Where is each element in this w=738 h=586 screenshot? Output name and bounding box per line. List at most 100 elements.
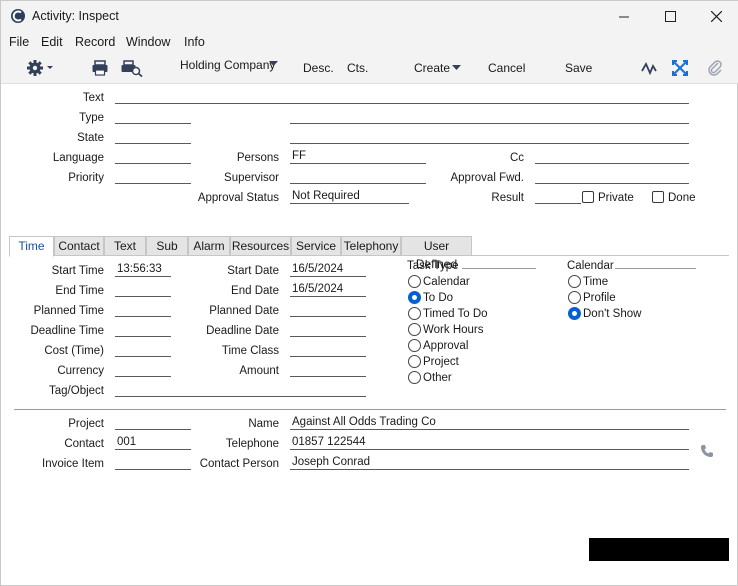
- create-button[interactable]: Create: [414, 61, 450, 75]
- call-button[interactable]: [700, 444, 714, 458]
- persons-field[interactable]: FF: [290, 149, 426, 164]
- priority-field[interactable]: [115, 169, 191, 184]
- attach-button[interactable]: [706, 59, 726, 77]
- expand-button[interactable]: [671, 59, 691, 77]
- planned-date-label: Planned Date: [209, 305, 279, 317]
- task-type-approval-radio[interactable]: [408, 339, 421, 352]
- approval-status-label: Approval Status: [197, 192, 279, 204]
- task-type-work-hours-label: Work Hours: [423, 324, 484, 336]
- private-label: Private: [598, 192, 634, 204]
- type-label: Type: [79, 112, 104, 124]
- done-checkbox[interactable]: [652, 191, 664, 203]
- approval-fwd-field[interactable]: [535, 169, 689, 184]
- tab-sub[interactable]: Sub: [146, 236, 188, 256]
- state-label: State: [77, 132, 104, 144]
- approval-fwd-label: Approval Fwd.: [450, 172, 524, 184]
- project-field[interactable]: [115, 415, 191, 430]
- cts-button[interactable]: Cts.: [347, 61, 368, 75]
- maximize-button[interactable]: [647, 1, 693, 32]
- persons-label: Persons: [236, 152, 279, 164]
- menu-record[interactable]: Record: [75, 35, 115, 49]
- app-logo-icon: [11, 9, 25, 23]
- desc-button[interactable]: Desc.: [303, 61, 334, 75]
- deadline-time-field[interactable]: [115, 322, 171, 337]
- save-button[interactable]: Save: [565, 61, 592, 75]
- maximize-icon: [664, 11, 676, 22]
- minimize-button[interactable]: [601, 1, 647, 32]
- activity-button[interactable]: [641, 59, 661, 77]
- currency-field[interactable]: [115, 362, 171, 377]
- menu-info[interactable]: Info: [184, 35, 205, 49]
- calendar-profile-radio[interactable]: [568, 291, 581, 304]
- end-date-field[interactable]: 16/5/2024: [290, 282, 366, 297]
- print-preview-button[interactable]: [121, 59, 143, 78]
- invoice-item-field[interactable]: [115, 455, 191, 470]
- task-type-other-radio[interactable]: [408, 371, 421, 384]
- phone-icon: [701, 445, 713, 457]
- contact-person-field[interactable]: Joseph Conrad: [290, 455, 689, 470]
- tag-object-field[interactable]: [115, 382, 366, 397]
- deadline-date-field[interactable]: [290, 322, 366, 337]
- calendar-profile-label: Profile: [583, 292, 616, 304]
- menu-bar: File Edit Record Window Info: [1, 32, 738, 52]
- cancel-button[interactable]: Cancel: [488, 61, 525, 75]
- tab-telephony[interactable]: Telephony: [341, 236, 401, 256]
- company-selector[interactable]: Holding Company: [180, 58, 275, 72]
- menu-edit[interactable]: Edit: [41, 35, 63, 49]
- tab-user-defined[interactable]: User Defined: [401, 236, 472, 271]
- language-label: Language: [52, 152, 104, 164]
- name-field[interactable]: Against All Odds Trading Co: [290, 415, 689, 430]
- telephone-field[interactable]: 01857 122544: [290, 435, 689, 450]
- create-dropdown-icon: [452, 65, 461, 70]
- tab-text[interactable]: Text: [104, 236, 146, 256]
- tab-alarm[interactable]: Alarm: [188, 236, 230, 256]
- end-date-label: End Date: [231, 285, 279, 297]
- title-bar: Activity: Inspect: [1, 1, 738, 32]
- cc-field[interactable]: [535, 149, 689, 164]
- end-time-field[interactable]: [115, 282, 171, 297]
- tag-object-label: Tag/Object: [49, 385, 104, 397]
- text-field[interactable]: [115, 89, 689, 104]
- planned-date-field[interactable]: [290, 302, 366, 317]
- result-field[interactable]: [535, 189, 581, 204]
- private-checkbox[interactable]: [582, 191, 594, 203]
- task-type-project-label: Project: [423, 356, 459, 368]
- activity-window: Activity: Inspect File Edit Record Windo…: [0, 0, 738, 586]
- calendar-time-radio[interactable]: [568, 275, 581, 288]
- tab-service[interactable]: Service: [291, 236, 341, 256]
- supervisor-label: Supervisor: [224, 172, 279, 184]
- task-type-todo-radio[interactable]: [408, 291, 421, 304]
- supervisor-field[interactable]: [290, 169, 426, 184]
- cost-time-field[interactable]: [115, 342, 171, 357]
- calendar-group-title: Calendar: [567, 260, 614, 272]
- tab-resources[interactable]: Resources: [230, 236, 291, 256]
- contact-field[interactable]: 001: [115, 435, 191, 450]
- tab-contact[interactable]: Contact: [54, 236, 104, 256]
- task-type-work-hours-radio[interactable]: [408, 323, 421, 336]
- print-button[interactable]: [91, 59, 111, 77]
- task-type-timed-todo-radio[interactable]: [408, 307, 421, 320]
- task-type-calendar-radio[interactable]: [408, 275, 421, 288]
- type-field[interactable]: [115, 109, 191, 124]
- menu-window[interactable]: Window: [126, 35, 170, 49]
- settings-button[interactable]: [26, 59, 56, 77]
- task-type-other-label: Other: [423, 372, 452, 384]
- amount-field[interactable]: [290, 362, 366, 377]
- printer-icon: [92, 60, 108, 76]
- tab-time[interactable]: Time: [9, 236, 54, 257]
- close-button[interactable]: [693, 1, 738, 32]
- name-label: Name: [248, 418, 279, 430]
- contact-person-label: Contact Person: [199, 458, 279, 470]
- calendar-dont-show-radio[interactable]: [568, 307, 581, 320]
- state-field[interactable]: [115, 129, 191, 144]
- start-date-field[interactable]: 16/5/2024: [290, 262, 366, 277]
- menu-file[interactable]: File: [9, 35, 29, 49]
- time-class-field[interactable]: [290, 342, 366, 357]
- task-type-project-radio[interactable]: [408, 355, 421, 368]
- calendar-time-label: Time: [583, 276, 609, 288]
- redacted-block: [589, 538, 729, 561]
- start-time-field[interactable]: 13:56:33: [115, 262, 171, 277]
- language-field[interactable]: [115, 149, 191, 164]
- planned-time-field[interactable]: [115, 302, 171, 317]
- minimize-icon: [619, 16, 629, 17]
